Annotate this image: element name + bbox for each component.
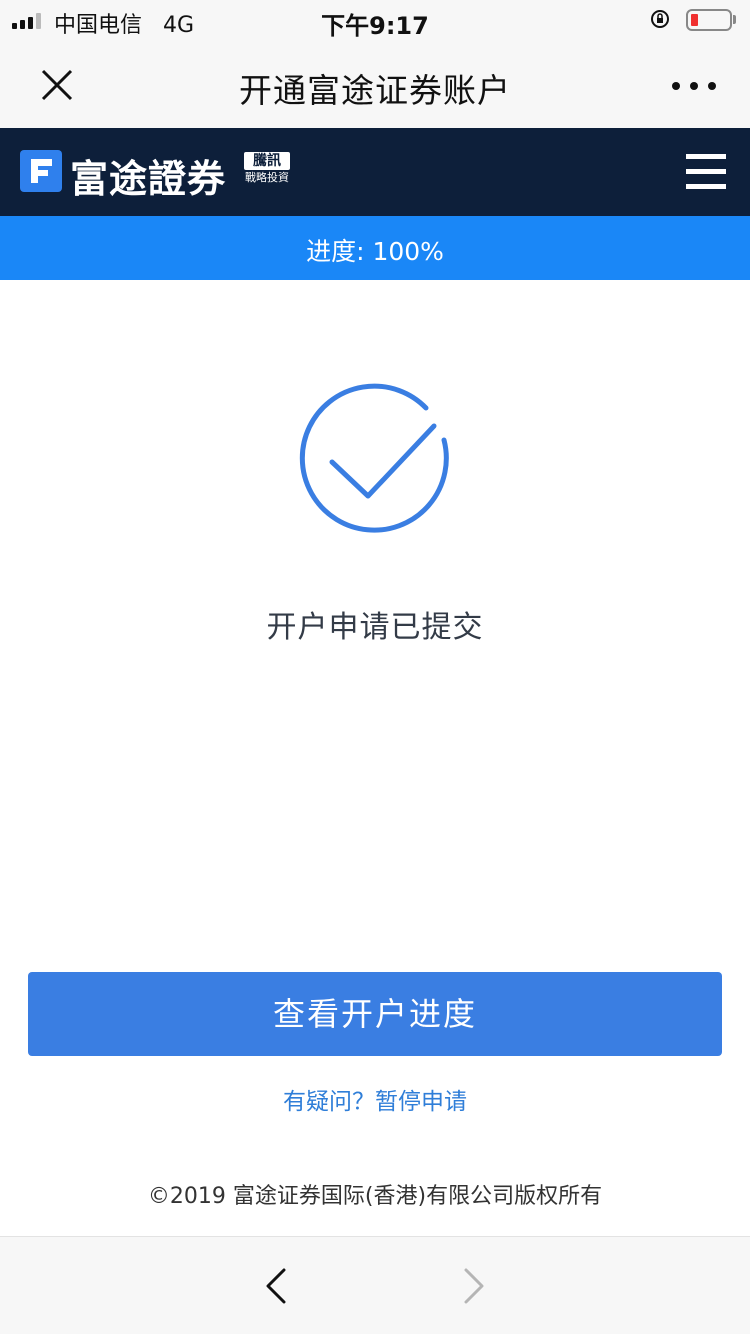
pause-application-link[interactable]: 有疑问？暂停申请 (0, 1082, 750, 1116)
progress-label: 进度: 100% (306, 237, 444, 266)
clock: 下午9:17 (321, 12, 429, 40)
brand-header: 富途證券 騰訊 戰略投資 (0, 128, 750, 216)
page-title: 开通富途证券账户 (239, 71, 511, 110)
view-progress-button[interactable]: 查看开户进度 (28, 972, 722, 1056)
logo-icon (20, 150, 62, 192)
status-bar: 中国电信 4G 下午9:17 (0, 0, 750, 40)
menu-icon[interactable] (686, 154, 726, 190)
battery-icon (686, 9, 732, 31)
nav-bar: 开通富途证券账户 (0, 40, 750, 128)
chevron-right-icon[interactable] (462, 1267, 488, 1305)
partner-subtitle: 戰略投資 (245, 171, 289, 184)
more-icon[interactable] (672, 82, 716, 90)
rotation-lock-icon (651, 10, 669, 28)
check-circle-icon (299, 383, 449, 533)
chevron-left-icon[interactable] (262, 1267, 288, 1305)
browser-toolbar (0, 1236, 750, 1334)
brand-name: 富途證券 (70, 157, 227, 201)
progress-bar: 进度: 100% (0, 216, 750, 280)
partner-tag: 騰訊 (244, 152, 290, 170)
copyright-text: ©2019 富途证券国际(香港)有限公司版权所有 (147, 1184, 603, 1209)
partner-badge: 騰訊 戰略投資 (244, 152, 290, 186)
submitted-message: 开户申请已提交 (266, 610, 484, 645)
